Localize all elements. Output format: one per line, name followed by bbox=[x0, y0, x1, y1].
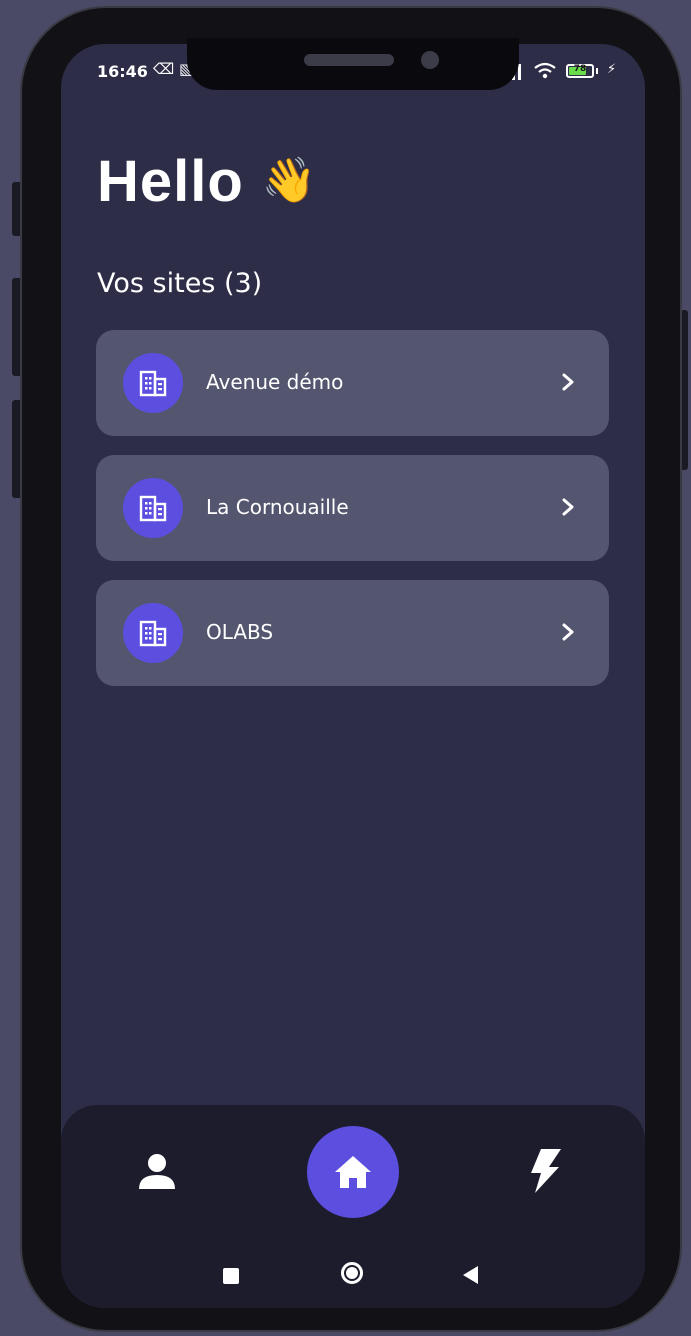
site-name: La Cornouaille bbox=[206, 495, 349, 519]
bolt-icon[interactable] bbox=[527, 1147, 563, 1195]
site-name: OLABS bbox=[206, 620, 274, 644]
site-card[interactable]: La Cornouaille bbox=[96, 455, 609, 561]
chevron-right-icon bbox=[562, 373, 574, 391]
building-icon bbox=[139, 620, 167, 647]
home-icon bbox=[335, 1156, 371, 1188]
home-button[interactable] bbox=[307, 1126, 399, 1218]
back-button[interactable] bbox=[463, 1266, 478, 1284]
site-icon-badge bbox=[123, 603, 183, 663]
chevron-right-icon bbox=[562, 498, 574, 516]
site-card[interactable]: OLABS bbox=[96, 580, 609, 686]
camera-notch bbox=[187, 38, 519, 90]
user-icon[interactable] bbox=[135, 1149, 179, 1193]
building-icon bbox=[139, 495, 167, 522]
bottom-navigation bbox=[61, 1105, 645, 1308]
wifi-icon bbox=[534, 62, 556, 79]
page-title: Hello 👋 bbox=[97, 148, 318, 215]
site-card[interactable]: Avenue démo bbox=[96, 330, 609, 436]
status-time: 16:46 bbox=[97, 62, 148, 81]
greeting-text: Hello bbox=[97, 149, 244, 214]
recent-apps-button[interactable] bbox=[223, 1268, 239, 1284]
building-icon bbox=[139, 370, 167, 397]
mute-icon: ⌫ bbox=[153, 60, 175, 78]
battery-indicator: 78 bbox=[566, 64, 594, 78]
waving-hand-icon: 👋 bbox=[261, 156, 318, 205]
site-icon-badge bbox=[123, 353, 183, 413]
sites-section-title: Vos sites (3) bbox=[97, 268, 263, 299]
chevron-right-icon bbox=[562, 623, 574, 641]
charging-icon: ⚡ bbox=[607, 62, 617, 77]
battery-level: 78 bbox=[573, 64, 587, 74]
speaker-grille bbox=[304, 54, 394, 66]
site-name: Avenue démo bbox=[206, 370, 344, 394]
app-screen: 16:46 ⌫ ▧ 78 ⚡ Hello 👋 Vos sites (3) Aven… bbox=[61, 44, 645, 1308]
battery-nub bbox=[596, 68, 598, 74]
home-system-button[interactable] bbox=[341, 1262, 363, 1284]
site-icon-badge bbox=[123, 478, 183, 538]
front-camera bbox=[421, 51, 439, 69]
